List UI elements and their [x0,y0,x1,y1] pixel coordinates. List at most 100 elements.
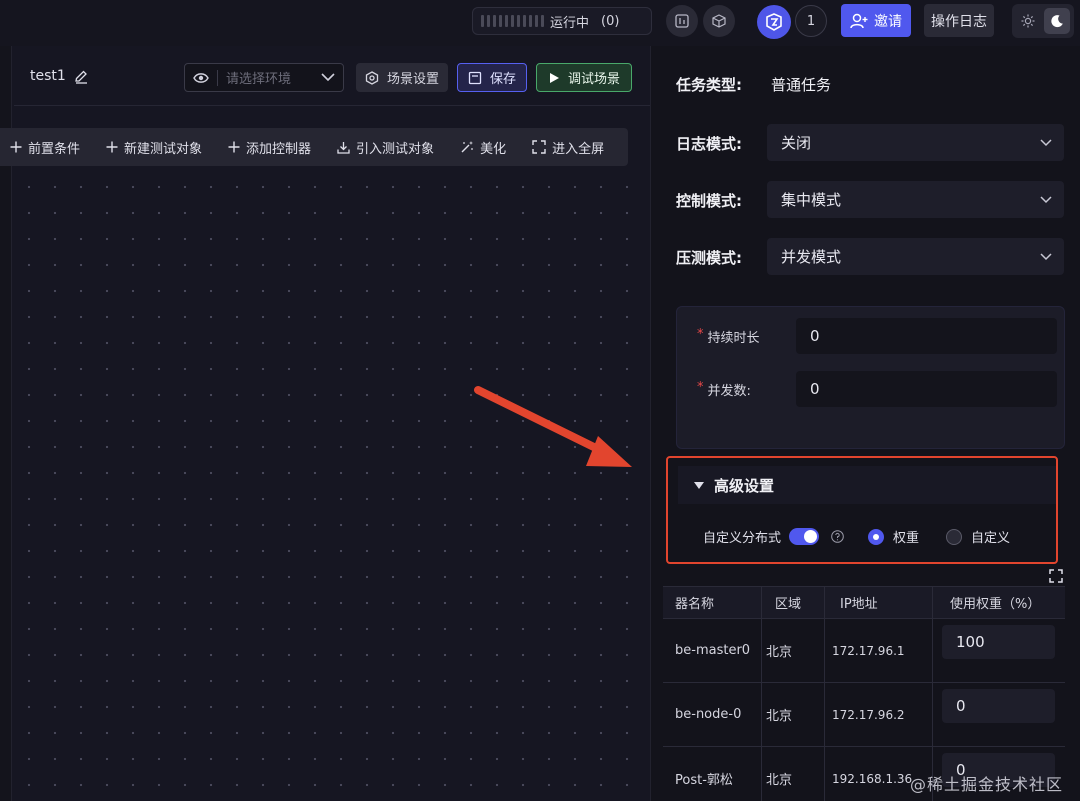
settings-hexagon-icon [365,70,379,85]
machine-ip: 172.17.96.2 [832,707,905,722]
add-user-icon [850,13,868,28]
toolbar-item-add-controller[interactable]: 添加控制器 [228,138,311,157]
toolbar-item-label: 添加控制器 [246,141,312,157]
concurrency-input[interactable]: 0 [796,371,1057,407]
import-icon [337,141,350,154]
member-count: 1 [806,13,816,29]
toolbar-item-new-test-object[interactable]: 新建测试对象 [106,138,202,157]
magic-wand-icon [461,141,474,153]
invite-button[interactable]: 邀请 [841,4,911,37]
team-logo-icon [766,13,782,31]
eye-icon [193,72,209,83]
column-divider [761,683,762,746]
column-divider [932,619,933,682]
machine-region: 北京 [766,645,793,660]
log-mode-select[interactable]: 关闭 [767,124,1064,161]
duration-input[interactable]: 0 [796,318,1057,354]
highlight-box [666,456,1058,564]
package-button[interactable] [703,5,735,37]
expand-icon[interactable] [1049,569,1063,583]
fullscreen-icon [532,140,546,154]
debug-scene-button[interactable]: 调试场景 [536,63,632,92]
concurrency-label-text: 并发数: [707,384,751,399]
toolbar-item-import-test-object[interactable]: 引入测试对象 [337,138,434,157]
column-divider [761,619,762,682]
table-row: be-node-0 北京 172.17.96.2 0 [663,683,1065,747]
machine-name: Post-郭松 [675,773,733,788]
required-mark: * [697,380,704,395]
toolbar-item-label: 新建测试对象 [124,141,203,157]
light-theme-toggle[interactable] [1016,9,1040,33]
save-button[interactable]: 保存 [457,63,527,92]
annotation-arrow [474,386,632,467]
chevron-down-icon [1040,252,1052,260]
weight-input[interactable]: 0 [942,689,1055,723]
canvas-grid [14,166,650,801]
log-mode-label: 日志模式: [676,135,742,153]
invite-label: 邀请 [874,13,902,30]
control-mode-value: 集中模式 [781,191,842,209]
task-type-label: 任务类型: [676,76,742,94]
moon-icon [1051,15,1063,28]
concurrency-value: 0 [810,380,820,398]
column-divider [761,747,762,801]
scene-name: test1 [30,68,66,84]
control-mode-select[interactable]: 集中模式 [767,181,1064,218]
column-header-region: 区域 [775,597,802,612]
concurrency-label: * 并发数: [697,380,751,399]
pressure-mode-value: 并发模式 [781,248,842,266]
progress-bars-icon [481,15,544,27]
column-divider [824,747,825,801]
scene-settings-label: 场景设置 [386,72,439,87]
duration-label: * 持续时长 [697,327,760,346]
environment-placeholder: 请选择环境 [226,72,292,87]
watermark: @稀土掘金技术社区 [910,775,1064,794]
machine-name: be-master0 [675,643,751,658]
dashboard-button[interactable] [666,5,698,37]
weight-input[interactable]: 100 [942,625,1055,659]
play-icon [549,72,559,83]
plus-icon [228,141,240,153]
chevron-down-icon [321,73,335,82]
column-header-ip: IP地址 [840,597,878,612]
machine-ip: 172.17.96.1 [832,643,905,658]
operation-log-button[interactable]: 操作日志 [924,4,994,37]
toolbar-item-fullscreen[interactable]: 进入全屏 [532,138,604,157]
toolbar-item-label: 前置条件 [28,141,81,157]
plus-icon [10,141,22,153]
chevron-down-icon [1040,195,1052,203]
column-divider [824,683,825,746]
column-header-weight: 使用权重（%） [950,597,1041,612]
dark-theme-toggle[interactable] [1044,8,1070,34]
save-icon [468,71,482,84]
column-divider [932,683,933,746]
canvas-toolbar: 前置条件 新建测试对象 添加控制器 引入测试对象 美化 进入全屏 [0,128,628,166]
member-count-badge[interactable]: 1 [795,5,827,37]
environment-select[interactable]: 请选择环境 [184,63,344,92]
team-avatar[interactable] [757,5,791,39]
machine-table: 器名称 区域 IP地址 使用权重（%） be-master0 北京 172.17… [663,586,1065,801]
sun-icon [1021,14,1035,28]
pressure-mode-select[interactable]: 并发模式 [767,238,1064,275]
plus-icon [106,141,118,153]
toolbar-item-label: 美化 [480,141,507,157]
operation-log-label: 操作日志 [931,13,987,30]
task-type-value: 普通任务 [771,76,832,94]
column-divider [932,587,933,618]
scene-title: test1 [30,68,89,84]
machine-region: 北京 [766,709,793,724]
cube-icon [712,14,726,28]
save-label: 保存 [489,72,516,87]
toolbar-item-beautify[interactable]: 美化 [460,138,506,157]
required-mark: * [697,327,704,342]
weight-value: 0 [956,697,966,715]
run-status-indicator[interactable]: 运行中 (0) [472,7,652,35]
log-mode-value: 关闭 [781,134,812,152]
table-header: 器名称 区域 IP地址 使用权重（%） [663,587,1065,619]
run-status-label: 运行中 [550,15,590,31]
toolbar-item-precondition[interactable]: 前置条件 [10,138,80,157]
machine-region: 北京 [766,773,793,788]
edit-pencil-icon[interactable] [74,69,89,84]
scene-settings-button[interactable]: 场景设置 [356,63,448,92]
toolbar-item-label: 引入测试对象 [356,141,435,157]
